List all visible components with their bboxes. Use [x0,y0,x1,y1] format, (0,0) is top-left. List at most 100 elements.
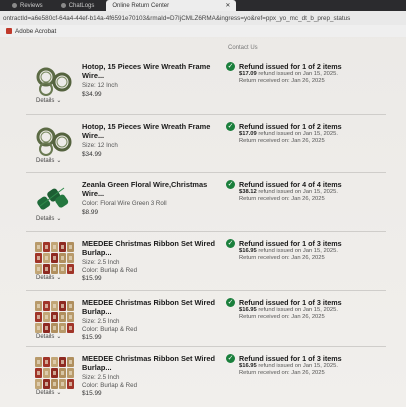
product-option: Color: Floral Wire Green 3 Roll [82,200,167,207]
details-label: Details [36,389,55,396]
tab-chatlogs[interactable]: ChatLogs [55,0,101,11]
product-price: $15.99 [82,275,102,282]
product-color: Color: Burlap & Red [82,326,138,333]
refund-date: refund issued on Jan 15, 2025. [258,307,338,313]
refund-amount: $17.09 [239,71,257,77]
return-received-date: Return received on: Jan 26, 2025 [239,138,325,144]
details-label: Details [36,333,55,340]
refund-status-title: Refund issued for 4 of 4 items [239,180,342,189]
details-toggle[interactable]: Details ⌄ [36,274,62,282]
tab-reviews[interactable]: Reviews [6,0,49,11]
refund-amount: $16.95 [239,363,257,369]
chevron-down-icon: ⌄ [56,275,62,281]
check-circle-icon: ✓ [226,62,235,71]
chevron-down-icon: ⌄ [56,334,62,340]
return-received-date: Return received on: Jan 26, 2025 [239,255,325,261]
product-price: $34.99 [82,151,102,158]
refund-date: refund issued on Jan 15, 2025. [258,71,338,77]
details-toggle[interactable]: Details ⌄ [36,389,62,397]
details-toggle[interactable]: Details ⌄ [36,215,62,223]
details-label: Details [36,215,55,222]
check-circle-icon: ✓ [226,298,235,307]
product-option: Size: 12 Inch [82,82,118,89]
refund-amount-line: $16.95 refund issued on Jan 15, 2025. [239,363,338,369]
details-toggle[interactable]: Details ⌄ [36,157,62,165]
product-title[interactable]: Zeanla Green Floral Wire,Christmas Wire.… [82,180,218,198]
check-circle-icon: ✓ [226,180,235,189]
refund-amount-line: $17.09 refund issued on Jan 15, 2025. [239,71,338,77]
product-thumbnail[interactable] [34,241,74,275]
address-bar[interactable]: ontractId=a6e580cf-64a4-44ef-b14a-4f6591… [0,11,406,25]
product-title[interactable]: MEEDEE Christmas Ribbon Set Wired Burlap… [82,298,218,316]
refund-date: refund issued on Jan 15, 2025. [258,248,338,254]
row-divider [26,346,386,347]
chevron-down-icon: ⌄ [56,390,62,396]
product-thumbnail[interactable] [34,300,74,334]
refund-status-title: Refund issued for 1 of 2 items [239,62,342,71]
chevron-down-icon: ⌄ [56,98,62,104]
refund-amount: $16.95 [239,307,257,313]
refund-date: refund issued on Jan 15, 2025. [258,131,338,137]
refund-date: refund issued on Jan 15, 2025. [258,189,338,195]
chevron-down-icon: ⌄ [56,158,62,164]
details-label: Details [36,157,55,164]
product-thumbnail[interactable] [34,64,74,98]
details-toggle[interactable]: Details ⌄ [36,97,62,105]
check-circle-icon: ✓ [226,354,235,363]
return-received-date: Return received on: Jan 26, 2025 [239,370,325,376]
bookmarks-bar: Adobe Acrobat [0,25,406,37]
refund-amount: $38.12 [239,189,257,195]
browser-tab-bar: Reviews ChatLogs Online Return Center ✕ [0,0,406,11]
tab-favicon-icon [12,3,17,8]
screen: Reviews ChatLogs Online Return Center ✕ … [0,0,406,407]
refund-amount-line: $17.09 refund issued on Jan 15, 2025. [239,131,338,137]
product-option: Size: 2.5 Inch [82,259,120,266]
refund-amount-line: $38.12 refund issued on Jan 15, 2025. [239,189,338,195]
details-label: Details [36,274,55,281]
tab-online-return-center[interactable]: Online Return Center ✕ [106,0,237,11]
product-option: Size: 2.5 Inch [82,318,120,325]
details-toggle[interactable]: Details ⌄ [36,333,62,341]
url-text: ontractId=a6e580cf-64a4-44ef-b14a-4f6591… [3,14,351,22]
product-price: $15.99 [82,334,102,341]
return-received-date: Return received on: Jan 26, 2025 [239,314,325,320]
refund-status-title: Refund issued for 1 of 3 items [239,354,342,363]
product-thumbnail[interactable] [34,356,74,390]
refund-amount: $16.95 [239,248,257,254]
product-thumbnail[interactable] [34,124,74,158]
refund-status-title: Refund issued for 1 of 3 items [239,239,342,248]
tab-label: ChatLogs [68,2,95,9]
refund-date: refund issued on Jan 15, 2025. [258,363,338,369]
tab-label: Online Return Center [112,2,170,9]
product-title[interactable]: MEEDEE Christmas Ribbon Set Wired Burlap… [82,239,218,257]
product-title[interactable]: Hotop, 15 Pieces Wire Wreath Frame Wire.… [82,122,218,140]
product-color: Color: Burlap & Red [82,267,138,274]
tab-favicon-icon [60,3,66,8]
row-divider [26,172,386,173]
row-divider [26,114,386,115]
refund-status-title: Refund issued for 1 of 3 items [239,298,342,307]
return-received-date: Return received on: Jan 26, 2025 [239,196,325,202]
product-option: Size: 12 Inch [82,142,118,149]
product-title[interactable]: Hotop, 15 Pieces Wire Wreath Frame Wire.… [82,62,218,80]
bookmark-adobe-acrobat[interactable]: Adobe Acrobat [15,28,56,35]
check-circle-icon: ✓ [226,239,235,248]
refund-amount-line: $16.95 refund issued on Jan 15, 2025. [239,248,338,254]
details-label: Details [36,97,55,104]
product-price: $15.99 [82,390,102,397]
return-received-date: Return received on: Jan 26, 2025 [239,78,325,84]
close-tab-icon[interactable]: ✕ [225,2,230,9]
product-price: $8.99 [82,209,98,216]
refund-amount-line: $16.95 refund issued on Jan 15, 2025. [239,307,338,313]
chevron-down-icon: ⌄ [56,216,62,222]
product-title[interactable]: MEEDEE Christmas Ribbon Set Wired Burlap… [82,354,218,372]
contact-us-link[interactable]: Contact Us [228,45,258,51]
refund-amount: $17.09 [239,131,257,137]
product-color: Color: Burlap & Red [82,382,138,389]
tab-label: Reviews [20,2,43,9]
row-divider [26,231,386,232]
refund-status-title: Refund issued for 1 of 2 items [239,122,342,131]
row-divider [26,290,386,291]
product-thumbnail[interactable] [34,182,74,216]
acrobat-icon [6,28,12,34]
